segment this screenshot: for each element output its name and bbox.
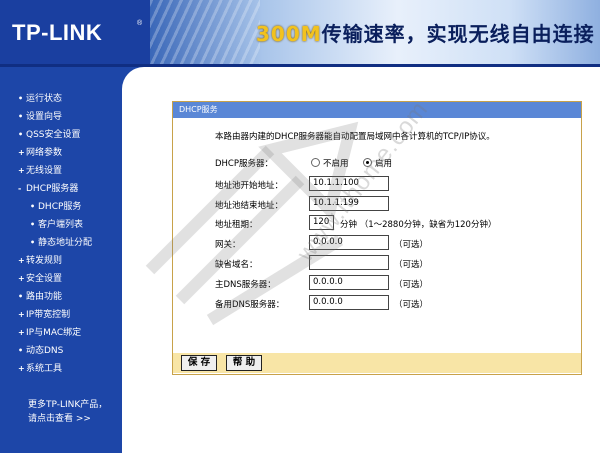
sidebar-item-label: 动态DNS bbox=[26, 346, 64, 356]
sidebar-item-label: 路由功能 bbox=[26, 292, 63, 302]
sidebar: • 运行状态 • 设置向导 • QSS安全设置 +网络参数 +无线设置 - DHCP服务… bbox=[0, 67, 122, 453]
sidebar-item-status[interactable]: • 运行状态 bbox=[18, 93, 62, 105]
bullet-icon: • bbox=[18, 346, 24, 355]
primary-dns-optional: （可选） bbox=[394, 280, 429, 290]
sidebar-item-label: IP与MAC绑定 bbox=[26, 328, 82, 338]
sidebar-item-static-address[interactable]: • 静态地址分配 bbox=[30, 237, 92, 249]
expand-icon: + bbox=[18, 148, 25, 157]
more-products-line1: 更多TP-LINK产品， bbox=[28, 400, 108, 410]
banner-slogan: 300M传输速率，实现无线自由连接 bbox=[256, 18, 595, 47]
sidebar-item-security[interactable]: +安全设置 bbox=[18, 273, 62, 285]
sidebar-item-label: DHCP服务 bbox=[38, 202, 82, 212]
more-products-link[interactable]: 更多TP-LINK产品， 请点击查看 >> bbox=[28, 398, 107, 426]
logo-registered-mark: ® bbox=[137, 20, 143, 27]
bullet-icon: • bbox=[30, 238, 36, 247]
logo-text: TP-LINK bbox=[12, 20, 103, 45]
expand-icon: + bbox=[18, 256, 25, 265]
panel-description: 本路由器内建的DHCP服务器能自动配置局域网中各计算机的TCP/IP协议。 bbox=[215, 132, 495, 142]
sidebar-item-label: 安全设置 bbox=[26, 274, 63, 284]
button-bar: 保 存 帮 助 bbox=[173, 352, 581, 374]
primary-dns-input[interactable]: 0.0.0.0 bbox=[309, 275, 389, 290]
corner-decoration bbox=[122, 67, 144, 89]
sidebar-item-bandwidth[interactable]: +IP带宽控制 bbox=[18, 309, 70, 321]
domain-optional: （可选） bbox=[394, 260, 429, 270]
default-domain-label: 缺省域名： bbox=[215, 260, 258, 270]
sidebar-item-wireless[interactable]: +无线设置 bbox=[18, 165, 62, 177]
header-banner: 300M传输速率，实现无线自由连接 bbox=[150, 0, 600, 66]
sidebar-item-label: IP带宽控制 bbox=[26, 310, 71, 320]
sidebar-item-label: 运行状态 bbox=[26, 94, 63, 104]
sidebar-item-routing[interactable]: • 路由功能 bbox=[18, 291, 62, 303]
sidebar-item-label: DHCP服务器 bbox=[26, 184, 79, 194]
dhcp-server-label: DHCP服务器： bbox=[215, 159, 273, 169]
expand-icon: + bbox=[18, 364, 25, 373]
sidebar-item-ddns[interactable]: • 动态DNS bbox=[18, 345, 63, 357]
sidebar-item-label: 客户端列表 bbox=[38, 220, 84, 230]
sidebar-item-setup-wizard[interactable]: • 设置向导 bbox=[18, 111, 62, 123]
sidebar-item-network[interactable]: +网络参数 bbox=[18, 147, 62, 159]
radio-disable-label: 不启用 bbox=[323, 159, 349, 169]
secondary-dns-label: 备用DNS服务器： bbox=[215, 300, 285, 310]
sidebar-item-label: 无线设置 bbox=[26, 166, 63, 176]
end-address-label: 地址池结束地址： bbox=[215, 201, 284, 211]
start-address-label: 地址池开始地址： bbox=[215, 181, 284, 191]
radio-disable[interactable]: 不启用 bbox=[311, 157, 349, 169]
banner-decoration bbox=[150, 0, 260, 66]
help-button[interactable]: 帮 助 bbox=[226, 355, 262, 371]
radio-off-icon bbox=[311, 158, 320, 167]
bullet-icon: • bbox=[18, 112, 24, 121]
expand-icon: + bbox=[18, 328, 25, 337]
expand-icon: + bbox=[18, 274, 25, 283]
expand-icon: + bbox=[18, 166, 25, 175]
gateway-optional: （可选） bbox=[394, 240, 429, 250]
sidebar-item-label: 设置向导 bbox=[26, 112, 63, 122]
sidebar-item-label: QSS安全设置 bbox=[26, 130, 81, 140]
secondary-dns-optional: （可选） bbox=[394, 300, 429, 310]
main-content: DHCP服务 本路由器内建的DHCP服务器能自动配置局域网中各计算机的TCP/I… bbox=[122, 67, 600, 453]
more-products-line2: 请点击查看 >> bbox=[28, 414, 91, 424]
sidebar-item-system-tools[interactable]: +系统工具 bbox=[18, 363, 62, 375]
sidebar-item-label: 转发规则 bbox=[26, 256, 63, 266]
expand-icon: + bbox=[18, 310, 25, 319]
bullet-icon: • bbox=[18, 130, 24, 139]
sidebar-item-label: 网络参数 bbox=[26, 148, 63, 158]
primary-dns-label: 主DNS服务器： bbox=[215, 280, 276, 290]
bullet-icon: • bbox=[30, 220, 36, 229]
header: TP-LINK ® 300M传输速率，实现无线自由连接 bbox=[0, 0, 600, 67]
sidebar-item-ip-mac-binding[interactable]: +IP与MAC绑定 bbox=[18, 327, 81, 339]
collapse-icon: - bbox=[18, 184, 22, 193]
sidebar-item-dhcp-server[interactable]: - DHCP服务器 bbox=[18, 183, 78, 195]
gateway-label: 网关： bbox=[215, 240, 241, 250]
tp-link-logo: TP-LINK ® bbox=[0, 0, 150, 66]
corner-curve bbox=[122, 67, 144, 89]
sidebar-item-label: 静态地址分配 bbox=[38, 238, 93, 248]
save-button[interactable]: 保 存 bbox=[181, 355, 217, 371]
sidebar-item-forwarding[interactable]: +转发规则 bbox=[18, 255, 62, 267]
lease-time-label: 地址租期： bbox=[215, 220, 258, 230]
slogan-accent: 300M bbox=[256, 22, 322, 46]
bullet-icon: • bbox=[18, 292, 24, 301]
sidebar-item-label: 系统工具 bbox=[26, 364, 63, 374]
secondary-dns-input[interactable]: 0.0.0.0 bbox=[309, 295, 389, 310]
sidebar-item-dhcp-service[interactable]: • DHCP服务 bbox=[30, 201, 81, 213]
sidebar-item-qss[interactable]: • QSS安全设置 bbox=[18, 129, 81, 141]
sidebar-item-client-list[interactable]: • 客户端列表 bbox=[30, 219, 83, 231]
bullet-icon: • bbox=[18, 94, 24, 103]
panel-title: DHCP服务 bbox=[173, 102, 581, 118]
bullet-icon: • bbox=[30, 202, 36, 211]
slogan-text: 传输速率，实现无线自由连接 bbox=[321, 22, 595, 46]
lease-time-hint: 分钟 （1～2880分钟，缺省为120分钟） bbox=[340, 220, 497, 230]
